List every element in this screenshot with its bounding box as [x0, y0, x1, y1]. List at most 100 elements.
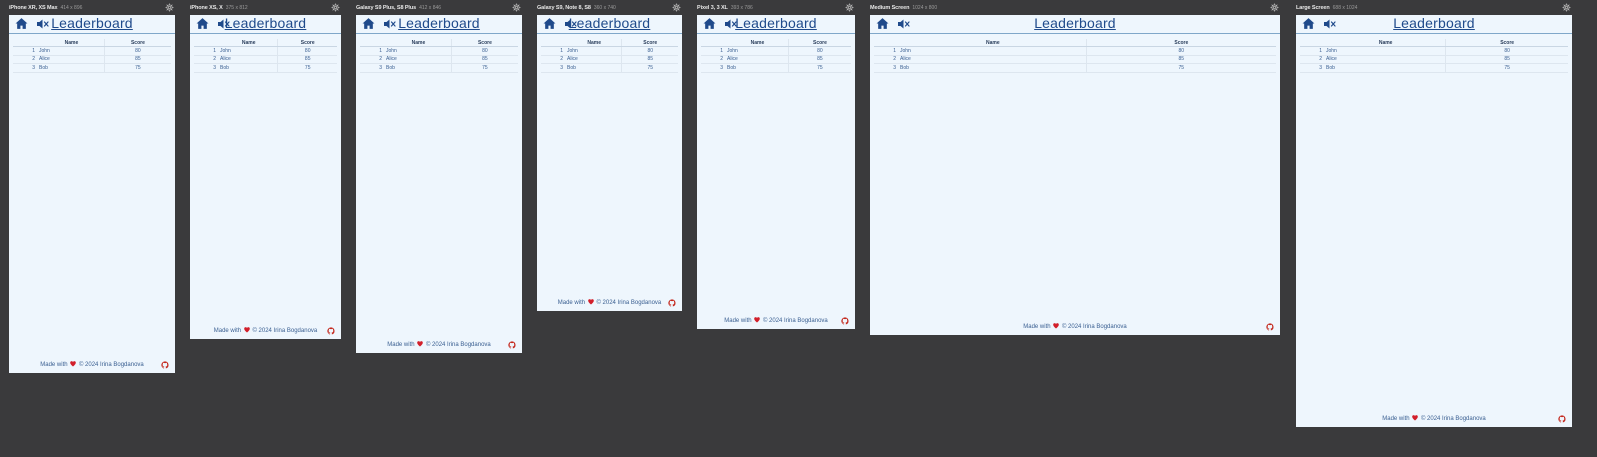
device-name: iPhone XR, XS Max	[9, 4, 58, 11]
table-row: 1 John 80	[194, 46, 337, 56]
footer-prefix: Made with	[1382, 416, 1410, 422]
gear-icon[interactable]	[1270, 3, 1279, 12]
leaderboard-table: Name Score 1 John 80 2 Alice 85 3 Bob 75	[1300, 39, 1568, 73]
device-screen: Leaderboard Name Score 1 John 80 2 Alice…	[1296, 15, 1572, 427]
score-cell: 85	[1445, 55, 1568, 65]
score-cell: 75	[277, 63, 337, 73]
github-icon[interactable]	[668, 299, 676, 307]
score-cell: 80	[103, 46, 171, 56]
github-icon[interactable]	[327, 327, 335, 335]
rank-header	[874, 39, 900, 47]
gear-icon[interactable]	[672, 3, 681, 12]
score-header: Score	[621, 39, 678, 47]
name-cell: Bob	[386, 63, 452, 73]
score-cell: 80	[621, 46, 678, 56]
page-title: Leaderboard	[1034, 15, 1116, 31]
app-header: Leaderboard	[697, 15, 855, 34]
name-cell: John	[39, 46, 105, 56]
app-header: Leaderboard	[9, 15, 175, 34]
table-row: 2 Alice 85	[360, 55, 518, 65]
rank-cell: 2	[360, 55, 386, 65]
score-cell: 85	[103, 55, 171, 65]
footer: Made with © 2024 Irina Bogdanova	[870, 323, 1280, 332]
name-cell: John	[727, 46, 789, 56]
rank-cell: 1	[194, 46, 220, 56]
rank-cell: 3	[194, 63, 220, 73]
heart-icon	[417, 341, 424, 347]
rank-cell: 2	[194, 55, 220, 65]
rank-header	[701, 39, 727, 47]
table-header-row: Name Score	[701, 39, 851, 47]
heart-icon	[587, 299, 594, 305]
score-cell: 80	[450, 46, 518, 56]
device-screen: Leaderboard Name Score 1 John 80 2 Alice…	[697, 15, 855, 329]
score-cell: 85	[450, 55, 518, 65]
table-row: 3 Bob 75	[360, 63, 518, 73]
score-cell: 80	[277, 46, 337, 56]
name-cell: Alice	[727, 55, 789, 65]
device-header: Pixel 3, 3 XL 393 x 786	[697, 0, 855, 15]
score-header: Score	[450, 39, 518, 47]
table-row: 3 Bob 75	[874, 63, 1276, 73]
name-cell: John	[220, 46, 278, 56]
rank-cell: 3	[701, 63, 727, 73]
page-title: Leaderboard	[1393, 15, 1475, 31]
footer-copyright: © 2024 Irina Bogdanova	[425, 342, 491, 348]
rank-cell: 3	[1300, 63, 1326, 73]
gear-icon[interactable]	[845, 3, 854, 12]
name-cell: Alice	[567, 55, 622, 65]
github-icon[interactable]	[1558, 415, 1566, 423]
device-screen: Leaderboard Name Score 1 John 80 2 Alice…	[356, 15, 522, 353]
gear-icon[interactable]	[1562, 3, 1571, 12]
device-size: 414 x 896	[60, 4, 83, 11]
device-frame: iPhone XR, XS Max 414 x 896 Leaderboard …	[9, 0, 175, 373]
app-header: Leaderboard	[190, 15, 341, 34]
device-screen: Leaderboard Name Score 1 John 80 2 Alice…	[537, 15, 682, 311]
github-icon[interactable]	[161, 361, 169, 369]
github-icon[interactable]	[1266, 323, 1274, 331]
score-cell: 75	[450, 63, 518, 73]
device-frame: Galaxy S9 Plus, S8 Plus 412 x 846 Leader…	[356, 0, 522, 353]
gear-icon[interactable]	[512, 3, 521, 12]
name-header: Name	[900, 39, 1087, 47]
gear-icon[interactable]	[165, 3, 174, 12]
table-row: 2 Alice 85	[194, 55, 337, 65]
rank-cell: 3	[13, 63, 39, 73]
table-row: 2 Alice 85	[541, 55, 678, 65]
score-cell: 85	[787, 55, 851, 65]
rank-header	[194, 39, 220, 47]
rank-cell: 3	[541, 63, 567, 73]
name-cell: John	[900, 46, 1087, 56]
rank-cell: 1	[1300, 46, 1326, 56]
table-row: 3 Bob 75	[194, 63, 337, 73]
app-header: Leaderboard	[1296, 15, 1572, 34]
app-header: Leaderboard	[870, 15, 1280, 34]
device-header: iPhone XR, XS Max 414 x 896	[9, 0, 175, 15]
footer-prefix: Made with	[40, 362, 68, 368]
footer-prefix: Made with	[213, 328, 242, 334]
name-cell: Alice	[220, 55, 278, 65]
rank-cell: 1	[541, 46, 567, 56]
score-header: Score	[787, 39, 851, 47]
github-icon[interactable]	[841, 317, 849, 325]
leaderboard-table: Name Score 1 John 80 2 Alice 85 3 Bob 75	[13, 39, 171, 73]
score-cell: 80	[1445, 46, 1568, 56]
name-cell: Bob	[1326, 63, 1446, 73]
score-cell: 80	[787, 46, 851, 56]
device-frame: Medium Screen 1024 x 800 Leaderboard Nam…	[870, 0, 1280, 335]
github-icon[interactable]	[508, 341, 516, 349]
name-cell: John	[386, 46, 452, 56]
device-frame: Galaxy S9, Note 8, S8 360 x 740 Leaderbo…	[537, 0, 682, 311]
gear-icon[interactable]	[331, 3, 340, 12]
device-size: 412 x 846	[419, 4, 442, 11]
footer: Made with © 2024 Irina Bogdanova	[9, 361, 175, 370]
device-name: Galaxy S9 Plus, S8 Plus	[356, 4, 417, 11]
score-cell: 75	[1085, 63, 1276, 73]
name-cell: Bob	[567, 63, 622, 73]
rank-header	[541, 39, 567, 47]
rank-header	[1300, 39, 1326, 47]
score-header: Score	[1085, 39, 1276, 47]
device-name: iPhone XS, X	[190, 4, 223, 11]
page-title: Leaderboard	[735, 15, 817, 31]
rank-cell: 2	[701, 55, 727, 65]
